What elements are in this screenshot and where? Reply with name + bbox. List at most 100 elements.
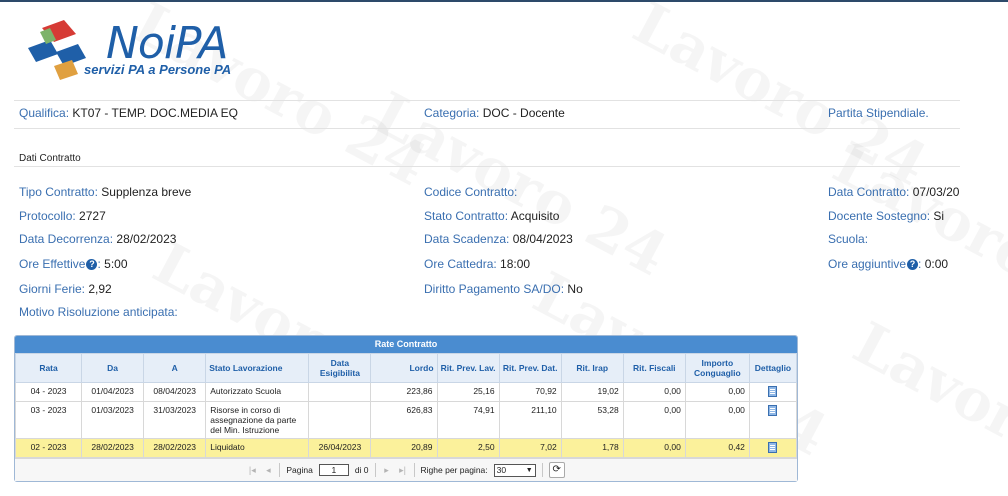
ore-cattedra-value: 18:00	[500, 257, 531, 271]
docente-sostegno-label: Docente Sostegno:	[828, 209, 931, 223]
cell-stato: Risorse in corso di assegnazione da part…	[205, 401, 310, 439]
column-header[interactable]: Dettaglio	[748, 353, 798, 383]
help-icon[interactable]: ?	[86, 259, 98, 270]
cell-esigibilita: 26/04/2023	[308, 438, 372, 458]
rows-per-page-label: Righe per pagina:	[420, 465, 488, 475]
page-input[interactable]: 1	[318, 464, 349, 476]
cell-esigibilita	[308, 401, 372, 439]
rate-contratto-grid: Rate Contratto Rata Da A Stato Lavorazio…	[14, 335, 798, 482]
column-header[interactable]: Rata	[14, 353, 83, 383]
column-header[interactable]: Da	[81, 353, 145, 383]
stato-contratto-field: Stato Contratto: Acquisito	[424, 209, 559, 223]
qualifica-value: KT07 - TEMP. DOC.MEDIA EQ	[72, 106, 238, 120]
qualifica-label: Qualifica:	[19, 106, 70, 120]
document-icon[interactable]	[768, 405, 778, 416]
logo-subtitle: servizi PA a Persone PA	[84, 62, 232, 77]
page-label: Pagina	[286, 465, 313, 475]
cell-dettaglio	[748, 438, 798, 458]
column-header[interactable]: Stato Lavorazione	[205, 353, 310, 383]
protocollo-field: Protocollo: 2727	[19, 209, 106, 223]
cell-conguaglio: 0,42	[684, 438, 750, 458]
tipo-contratto-field: Tipo Contratto: Supplenza breve	[19, 185, 191, 199]
codice-contratto-label: Codice Contratto:	[424, 185, 518, 199]
refresh-icon[interactable]: ⟳	[548, 462, 565, 478]
page-count: di 0	[354, 465, 369, 475]
column-header[interactable]: Rit. Fiscali	[622, 353, 686, 383]
diritto-pagamento-label: Diritto Pagamento SA/DO:	[424, 282, 565, 296]
ore-effettive-value: 5:00	[104, 257, 128, 271]
rows-per-page-value: 30	[496, 464, 507, 475]
data-contratto-field: Data Contratto: 07/03/2023	[828, 185, 960, 199]
stato-contratto-value: Acquisito	[510, 209, 560, 223]
noipa-logo-icon	[28, 20, 86, 80]
cell-rata: 03 - 2023	[14, 401, 83, 439]
cell-prev-lav: 25,16	[436, 382, 500, 402]
divider	[14, 128, 960, 129]
cell-lordo: 20,89	[370, 438, 438, 458]
categoria-label: Categoria:	[424, 106, 480, 120]
next-page-icon[interactable]: ▸	[382, 465, 392, 476]
cell-dettaglio	[748, 382, 798, 402]
divider	[14, 166, 960, 167]
column-header[interactable]: A	[143, 353, 207, 383]
cell-irap: 1,78	[560, 438, 624, 458]
protocollo-value: 2727	[79, 209, 106, 223]
ore-effettive-field: Ore Effettive?: 5:00	[19, 257, 128, 271]
partita-field: Partita Stipendiale.	[828, 106, 929, 120]
grid-caption: Rate Contratto	[15, 336, 797, 353]
data-decorrenza-label: Data Decorrenza:	[19, 232, 114, 246]
docente-sostegno-field: Docente Sostegno: Si	[828, 209, 944, 223]
cell-fiscali: 0,00	[622, 438, 686, 458]
cell-prev-lav: 74,91	[436, 401, 500, 439]
codice-contratto-field: Codice Contratto:	[424, 185, 517, 199]
rows-per-page-select[interactable]: 30 ▼	[493, 463, 536, 477]
tipo-contratto-label: Tipo Contratto:	[19, 185, 98, 199]
cell-prev-lav: 2,50	[436, 438, 500, 458]
column-header[interactable]: Rit. Prev. Dat.	[498, 353, 562, 383]
motivo-risoluzione-field: Motivo Risoluzione anticipata:	[19, 305, 178, 319]
tipo-contratto-value: Supplenza breve	[101, 185, 192, 199]
cell-prev-dat: 7,02	[498, 438, 562, 458]
cell-irap: 53,28	[560, 401, 624, 439]
partita-label: Partita Stipendiale.	[828, 106, 929, 120]
cell-prev-dat: 211,10	[498, 401, 562, 439]
last-page-icon[interactable]: ▸|	[398, 465, 408, 476]
ore-aggiuntive-field: Ore aggiuntive?: 0:00	[828, 257, 948, 271]
colon: :	[918, 257, 922, 271]
cell-stato: Liquidato	[205, 438, 310, 458]
first-page-icon[interactable]: |◂	[247, 465, 257, 476]
help-icon[interactable]: ?	[907, 259, 919, 270]
cell-esigibilita	[308, 382, 372, 402]
document-icon[interactable]	[768, 442, 778, 453]
column-header[interactable]: Data Esigibilita	[308, 353, 372, 383]
cell-stato: Autorizzato Scuola	[205, 382, 310, 402]
table-row-selected[interactable]: 02 - 2023 28/02/2023 28/02/2023 Liquidat…	[14, 438, 798, 458]
cell-rata: 02 - 2023	[14, 438, 83, 458]
scuola-field: Scuola:	[828, 232, 868, 246]
table-row[interactable]: 03 - 2023 01/03/2023 31/03/2023 Risorse …	[14, 401, 798, 439]
pager-separator	[541, 463, 543, 477]
protocollo-label: Protocollo:	[19, 209, 76, 223]
giorni-ferie-field: Giorni Ferie: 2,92	[19, 282, 112, 296]
cell-fiscali: 0,00	[622, 401, 686, 439]
table-row[interactable]: 04 - 2023 01/04/2023 08/04/2023 Autorizz…	[14, 382, 798, 402]
cell-dettaglio	[748, 401, 798, 439]
section-title: Dati Contratto	[19, 153, 81, 164]
scuola-label: Scuola:	[828, 232, 869, 246]
column-header[interactable]: Rit. Irap	[560, 353, 624, 383]
noipa-logo[interactable]: NoiPA servizi PA a Persone PA	[20, 18, 240, 88]
document-icon[interactable]	[768, 386, 778, 397]
cell-da: 01/03/2023	[81, 401, 145, 439]
column-header[interactable]: Rit. Prev. Lav.	[436, 353, 500, 383]
pager-separator	[413, 463, 415, 477]
data-decorrenza-field: Data Decorrenza: 28/02/2023	[19, 232, 176, 246]
column-header[interactable]: Importo Conguaglio	[684, 353, 750, 383]
ore-cattedra-label: Ore Cattedra:	[424, 257, 497, 271]
table-header-row: Rata Da A Stato Lavorazione Data Esigibi…	[14, 353, 798, 383]
qualifica-field: Qualifica: KT07 - TEMP. DOC.MEDIA EQ	[19, 106, 238, 120]
categoria-field: Categoria: DOC - Docente	[424, 106, 565, 120]
chevron-down-icon: ▼	[525, 466, 533, 474]
column-header[interactable]: Lordo	[370, 353, 438, 383]
ore-aggiuntive-label: Ore aggiuntive	[828, 257, 907, 271]
prev-page-icon[interactable]: ◂	[263, 465, 273, 476]
